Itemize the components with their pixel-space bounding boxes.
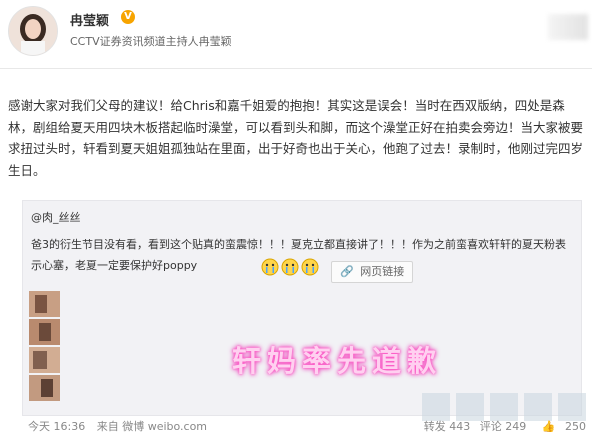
link-icon: 🔗 [340, 265, 354, 278]
like-count: 250 [565, 420, 586, 433]
repost-author[interactable]: @肉_丝丝 [31, 209, 81, 225]
overlay-caption: 轩妈率先道歉 [232, 344, 443, 378]
crying-emoji-icon [261, 258, 319, 276]
post-source[interactable]: 来自 微博 weibo.com [97, 420, 207, 433]
user-description: CCTV证券资讯频道主持人冉莹颖 [70, 35, 232, 48]
web-link-button[interactable]: 🔗 网页链接 [331, 261, 414, 283]
blurred-area [548, 14, 588, 40]
avatar[interactable] [8, 6, 58, 56]
post-header: 冉莹颖 V CCTV证券资讯频道主持人冉莹颖 [0, 0, 592, 60]
post-text: 感谢大家对我们父母的建议！给Chris和嘉千姐爱的抱抱！其实这是误会！当时在西双… [8, 98, 584, 178]
divider [0, 68, 592, 69]
photo-thumbnails[interactable] [29, 291, 60, 401]
verified-icon: V [121, 10, 135, 24]
action-bar: 转发 443 评论 249 👍 250 [418, 418, 586, 434]
like-button[interactable]: 👍 250 [536, 420, 586, 433]
web-link-label: 网页链接 [360, 265, 405, 278]
repost-button[interactable]: 转发 443 [424, 420, 471, 433]
comment-button[interactable]: 评论 249 [480, 420, 527, 433]
user-name[interactable]: 冉莹颖 [70, 10, 109, 29]
thumbs-up-icon: 👍 [541, 420, 556, 433]
post-time[interactable]: 今天 16:36 [28, 420, 85, 433]
post-meta: 今天 16:36 来自 微博 weibo.com [28, 418, 207, 434]
